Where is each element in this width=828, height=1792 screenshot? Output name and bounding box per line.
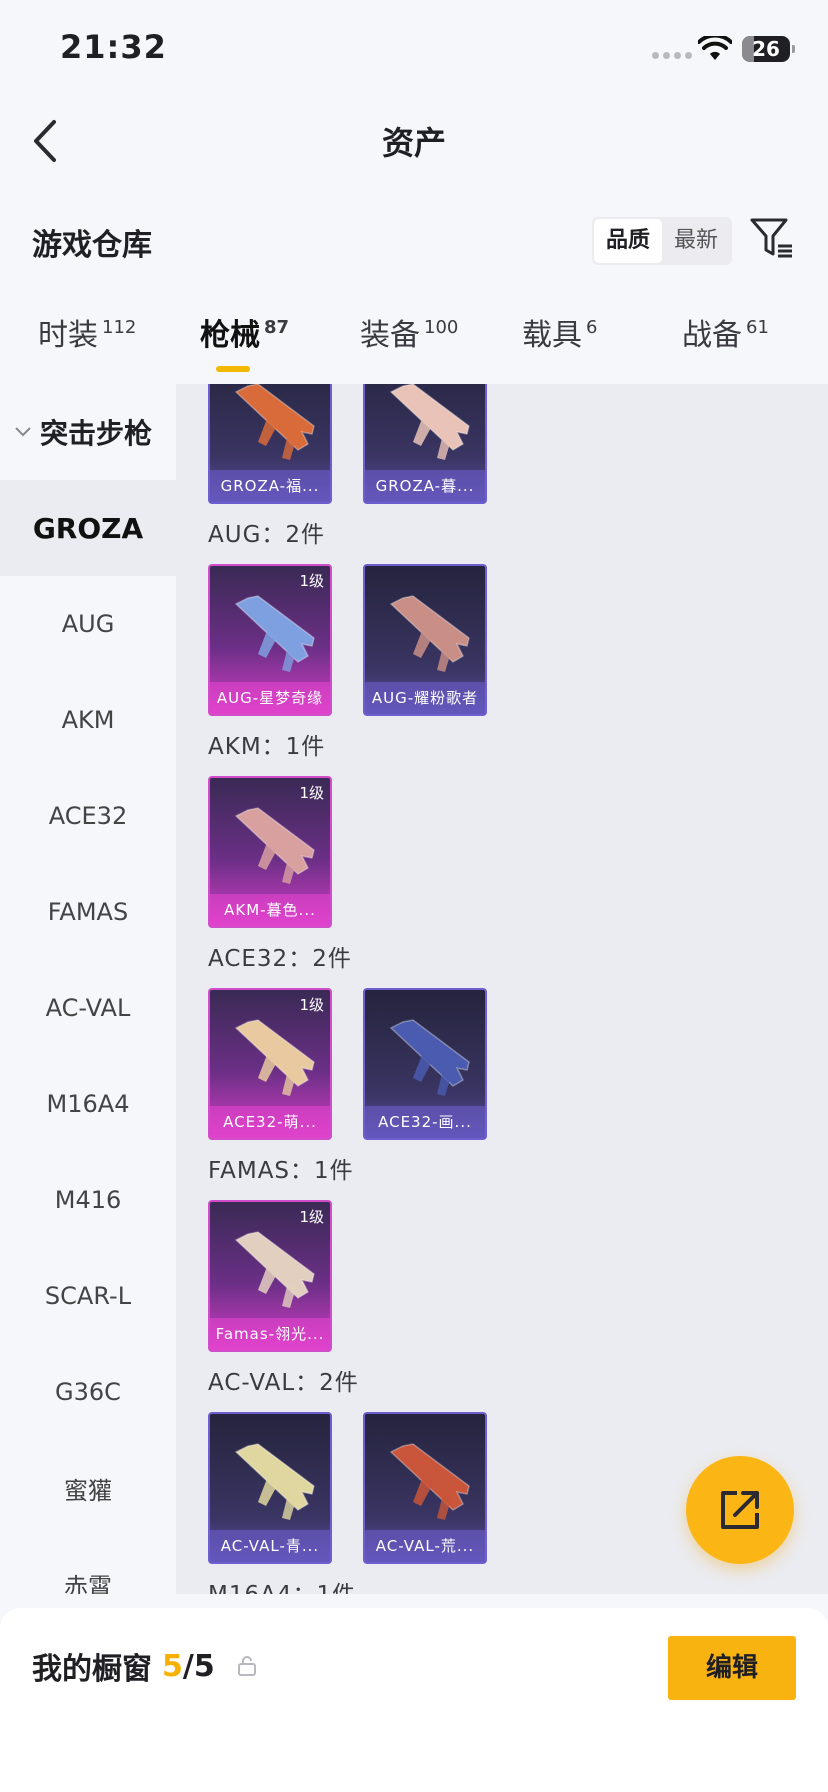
weapon-skin-name: AC-VAL-荒... xyxy=(365,1530,485,1562)
tab-fashion[interactable]: 时装 112 xyxy=(38,310,136,354)
sidebar-item-ac-val[interactable]: AC-VAL xyxy=(0,960,176,1056)
weapon-skin-name: GROZA-福... xyxy=(210,470,330,502)
sidebar-item-ace32[interactable]: ACE32 xyxy=(0,768,176,864)
tab-count: 112 xyxy=(102,317,137,338)
tab-label: 装备 xyxy=(360,318,420,353)
tab-label: 时装 xyxy=(38,318,98,353)
sidebar-item-aug[interactable]: AUG xyxy=(0,576,176,672)
weapon-skin-icon xyxy=(389,384,470,460)
tab-label: 枪械 xyxy=(200,318,260,353)
weapon-group-title: ACE32：2件 xyxy=(208,946,352,972)
sidebar-item-groza[interactable]: GROZA xyxy=(0,480,176,576)
signal-icon xyxy=(652,52,692,59)
tab-label: 战备 xyxy=(682,318,742,353)
weapon-skin-icon xyxy=(234,1019,315,1096)
sidebar-item-famas[interactable]: FAMAS xyxy=(0,864,176,960)
sidebar-item-honey-badger[interactable]: 蜜獾 xyxy=(0,1440,176,1536)
card-row: 1级 ACE32-萌... ACE32-画... xyxy=(208,988,808,1140)
weapon-skin-icon xyxy=(389,595,470,672)
weapon-skin-name: AUG-星梦奇缘 xyxy=(210,682,330,714)
card-row: 1级 Famas-翎光... xyxy=(208,1200,808,1352)
status-bar: 21:32 26 xyxy=(0,0,828,100)
battery-indicator: 26 xyxy=(742,36,795,62)
weapon-group-title: AUG：2件 xyxy=(208,522,326,548)
weapon-group-title: M16A4：1件 xyxy=(208,1578,808,1594)
warehouse-title: 游戏仓库 xyxy=(32,228,152,263)
showcase-summary: 我的橱窗 5/5 xyxy=(32,1644,257,1688)
weapon-skin-name: AUG-耀粉歌者 xyxy=(365,682,485,714)
weapon-skin-name: GROZA-暮... xyxy=(365,470,485,502)
weapon-skin-card[interactable]: 1级 ACE32-萌... xyxy=(208,988,332,1140)
weapon-skin-icon xyxy=(234,1443,315,1520)
weapon-skin-card[interactable]: AC-VAL-荒... xyxy=(363,1412,487,1564)
weapon-group-title: AC-VAL：2件 xyxy=(208,1370,359,1396)
lock-icon xyxy=(237,1656,256,1676)
weapon-group-title: AKM：1件 xyxy=(208,734,326,760)
category-tabs: 时装 112 枪械 87 装备 100 载具 6 战备 61 xyxy=(0,310,828,382)
active-tab-indicator xyxy=(216,366,250,372)
sidebar-item-m16a4[interactable]: M16A4 xyxy=(0,1056,176,1152)
weapon-skin-name: Famas-翎光... xyxy=(210,1318,330,1350)
sidebar-group-assault-rifles[interactable]: 突击步枪 xyxy=(0,384,176,480)
chevron-down-icon xyxy=(15,427,31,437)
edit-button[interactable]: 编辑 xyxy=(668,1636,796,1700)
sidebar-group-label: 突击步枪 xyxy=(40,417,153,450)
weapon-skin-icon xyxy=(234,1231,315,1308)
filter-icon[interactable] xyxy=(748,214,796,262)
card-row: 1级 AKM-暮色... xyxy=(208,776,808,928)
sort-quality-button[interactable]: 品质 xyxy=(594,219,662,263)
weapon-skin-icon xyxy=(234,384,315,460)
weapon-skin-name: AC-VAL-青... xyxy=(210,1530,330,1562)
tab-supplies[interactable]: 战备 61 xyxy=(682,310,769,354)
weapon-skin-icon xyxy=(389,1019,470,1096)
showcase-count: 5 xyxy=(162,1648,183,1684)
weapon-skin-card[interactable]: AC-VAL-青... xyxy=(208,1412,332,1564)
wifi-icon xyxy=(698,36,732,60)
sidebar-item-g36c[interactable]: G36C xyxy=(0,1344,176,1440)
share-icon xyxy=(721,1491,759,1529)
sort-latest-button[interactable]: 最新 xyxy=(662,219,730,263)
weapon-skin-icon xyxy=(234,807,315,884)
weapon-skin-icon xyxy=(234,595,315,672)
page-title: 资产 xyxy=(381,124,446,162)
tab-count: 87 xyxy=(264,317,290,338)
weapon-skin-card[interactable]: 1级 AKM-暮色... xyxy=(208,776,332,928)
tab-count: 61 xyxy=(746,317,769,338)
card-row: 1级 AUG-星梦奇缘 AUG-耀粉歌者 xyxy=(208,564,808,716)
share-button[interactable] xyxy=(686,1456,794,1564)
showcase-total: /5 xyxy=(182,1648,215,1684)
tab-vehicles[interactable]: 载具 6 xyxy=(522,310,597,354)
tab-count: 100 xyxy=(424,317,459,338)
tab-label: 载具 xyxy=(522,318,582,353)
sidebar-item-chixiao[interactable]: 赤霄 xyxy=(0,1536,176,1595)
sort-toggle: 品质 最新 xyxy=(592,217,732,265)
tab-firearms[interactable]: 枪械 87 xyxy=(200,310,289,354)
card-row: GROZA-福... GROZA-暮... xyxy=(208,384,808,504)
weapon-skin-card[interactable]: GROZA-暮... xyxy=(363,384,487,504)
weapon-skin-card[interactable]: 1级 Famas-翎光... xyxy=(208,1200,332,1352)
weapon-skin-card[interactable]: 1级 AUG-星梦奇缘 xyxy=(208,564,332,716)
weapon-skin-name: ACE32-萌... xyxy=(210,1106,330,1138)
weapon-grid: GROZA-福... GROZA-暮... AUG：2件 1级 AUG-星梦奇缘 AUG-… xyxy=(176,384,828,1594)
weapon-group-title: FAMAS：1件 xyxy=(208,1158,354,1184)
weapon-skin-card[interactable]: ACE32-画... xyxy=(363,988,487,1140)
weapon-skin-icon xyxy=(389,1443,470,1520)
status-time: 21:32 xyxy=(60,28,167,66)
tab-count: 6 xyxy=(586,317,598,338)
battery-level: 26 xyxy=(752,37,780,61)
weapon-sidebar: 突击步枪 GROZA AUG AKM ACE32 FAMAS AC-VAL M1… xyxy=(0,384,176,1594)
weapon-skin-card[interactable]: AUG-耀粉歌者 xyxy=(363,564,487,716)
showcase-bar: 我的橱窗 5/5 编辑 xyxy=(0,1608,828,1792)
showcase-title: 我的橱窗 xyxy=(32,1652,152,1687)
sidebar-item-akm[interactable]: AKM xyxy=(0,672,176,768)
sidebar-item-scar-l[interactable]: SCAR-L xyxy=(0,1248,176,1344)
weapon-skin-name: ACE32-画... xyxy=(365,1106,485,1138)
weapon-skin-card[interactable]: GROZA-福... xyxy=(208,384,332,504)
tab-equipment[interactable]: 装备 100 xyxy=(360,310,458,354)
weapon-skin-name: AKM-暮色... xyxy=(210,894,330,926)
sidebar-item-m416[interactable]: M416 xyxy=(0,1152,176,1248)
